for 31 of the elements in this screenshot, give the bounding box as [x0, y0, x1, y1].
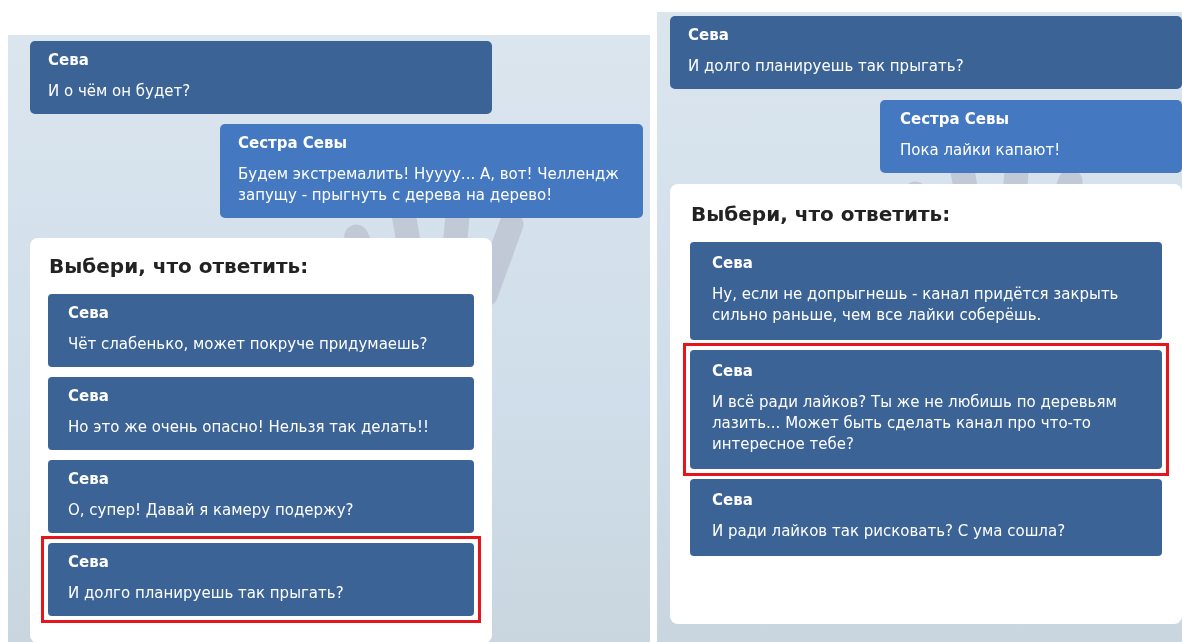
speaker-name: Сева: [68, 304, 110, 322]
speaker-name: Сева: [712, 362, 754, 380]
option-text: И ради лайков так рисковать? С ума сошла?: [712, 521, 1067, 542]
option-text: Но это же очень опасно! Нельзя так делать!!: [68, 417, 430, 438]
answer-option[interactable]: Сева Чёт слабенько, может покруче придумаешь?: [48, 294, 474, 367]
speaker-name: Сева: [712, 254, 754, 272]
speaker-name: Сестра Севы: [238, 134, 349, 152]
speaker-name: Сева: [712, 491, 754, 509]
option-text: И всё ради лайков? Ты же не любишь по деревьям лазить... Может быть сделать канал про что-то интересное тебе?: [712, 392, 1118, 455]
speaker-name: Сева: [68, 387, 110, 405]
option-text: И долго планируешь так прыгать?: [68, 583, 345, 604]
speaker-name: Сева: [68, 470, 110, 488]
message-text: Будем экстремалить! Нуууу... А, вот! Челлендж запущу - прыгнуть с дерева на дерево!: [238, 164, 620, 206]
answer-option[interactable]: Сева И ради лайков так рисковать? С ума сошла?: [690, 479, 1162, 556]
speaker-name: Сестра Севы: [900, 110, 1011, 128]
option-text: Ну, если не допрыгнешь - канал придётся закрыть сильно раньше, чем все лайки соберёшь.: [712, 284, 1120, 326]
answer-option[interactable]: Сева О, супер! Давай я камеру подержу?: [48, 460, 474, 533]
choice-prompt: Выбери, что ответить:: [691, 202, 952, 226]
choice-prompt: Выбери, что ответить:: [49, 254, 310, 278]
message-text: И долго планируешь так прыгать?: [688, 56, 965, 77]
speaker-name: Сева: [688, 26, 730, 44]
speaker-name: Сева: [68, 553, 110, 571]
answer-option[interactable]: Сева Но это же очень опасно! Нельзя так делать!!: [48, 377, 474, 450]
message-text: Пока лайки капают!: [900, 140, 1062, 161]
speaker-name: Сева: [48, 51, 90, 69]
answer-option[interactable]: Сева Ну, если не допрыгнешь - канал придётся закрыть сильно раньше, чем все лайки соберёшь.: [690, 242, 1162, 340]
answer-option[interactable]: Сева И долго планируешь так прыгать?: [48, 543, 474, 616]
message-text: И о чём он будет?: [48, 81, 192, 102]
option-text: О, супер! Давай я камеру подержу?: [68, 500, 355, 521]
option-text: Чёт слабенько, может покруче придумаешь?: [68, 334, 429, 355]
answer-option[interactable]: Сева И всё ради лайков? Ты же не любишь по деревьям лазить... Может быть сделать канал про что-то интересное тебе?: [690, 350, 1162, 469]
